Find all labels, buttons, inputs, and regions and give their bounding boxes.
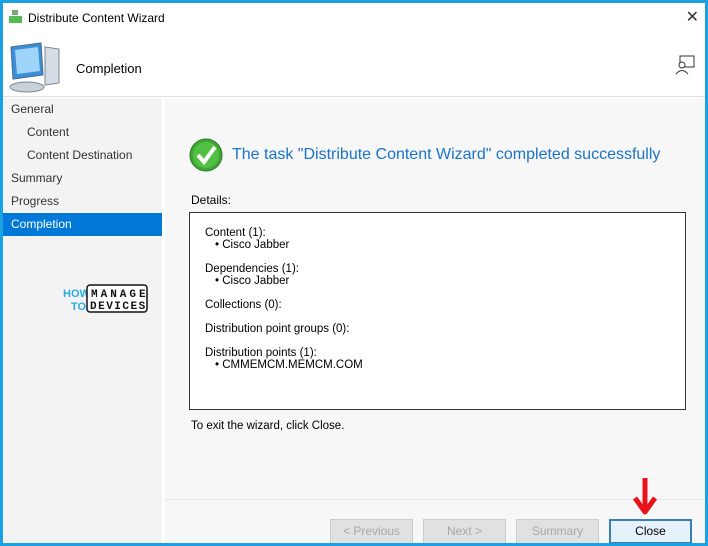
close-icon[interactable]: ✕ [686, 7, 699, 27]
wizard-nav: General Content Content Destination Summ… [3, 98, 162, 543]
nav-item-summary: Summary [11, 171, 63, 185]
details-heading: Distribution points (1): [205, 347, 317, 359]
summary-button[interactable]: Summary [516, 519, 599, 543]
details-heading: Distribution point groups (0): [205, 323, 350, 335]
svg-text:TO: TO [71, 301, 87, 313]
wizard-window: Distribute Content Wizard ✕ Completion G… [3, 3, 705, 543]
feedback-icon[interactable] [675, 55, 695, 75]
nav-item-content-destination: Content Destination [27, 148, 133, 162]
details-item-text: Cisco Jabber [222, 239, 290, 251]
howtomanagedevices-logo: HOW TO MANAGE DEVICES [63, 284, 149, 313]
details-label: Details: [191, 193, 232, 207]
success-banner: The task "Distribute Content Wizard" com… [189, 138, 660, 172]
divider [165, 499, 705, 500]
details-group: Dependencies (1): • Cisco Jabber [205, 263, 670, 287]
nav-item-completion: Completion [3, 213, 162, 236]
next-button[interactable]: Next > [423, 519, 506, 543]
details-item: • Cisco Jabber [215, 275, 290, 287]
details-box[interactable]: Content (1): • Cisco Jabber Dependencies (… [189, 212, 686, 410]
success-check-icon [189, 138, 223, 172]
details-group: Collections (0): [205, 299, 670, 311]
wizard-header: Completion [3, 33, 705, 97]
previous-button[interactable]: < Previous [330, 519, 413, 543]
details-group: Content (1): • Cisco Jabber [205, 227, 670, 251]
details-heading: Collections (0): [205, 299, 282, 311]
window-title: Distribute Content Wizard [28, 11, 165, 25]
main-panel: The task "Distribute Content Wizard" com… [165, 98, 705, 543]
details-group: Distribution points (1): • CMMEMCM.MEMCM.… [205, 347, 670, 371]
details-item: • CMMEMCM.MEMCM.COM [215, 359, 363, 371]
svg-text:DEVICES: DEVICES [90, 301, 147, 313]
details-heading: Dependencies (1): [205, 263, 299, 275]
details-heading: Content (1): [205, 227, 266, 239]
svg-text:MANAGE: MANAGE [91, 289, 149, 301]
computer-icon [9, 42, 60, 93]
close-button[interactable]: Close [609, 519, 692, 543]
title-bar: Distribute Content Wizard ✕ [3, 3, 705, 33]
details-item-text: Cisco Jabber [222, 275, 290, 287]
app-icon [9, 10, 22, 23]
nav-item-progress: Progress [11, 194, 60, 208]
nav-item-general: General [11, 102, 54, 116]
details-group: Distribution point groups (0): [205, 323, 670, 335]
nav-item-content: Content [27, 125, 70, 139]
success-message: The task "Distribute Content Wizard" com… [232, 146, 661, 163]
details-item: • Cisco Jabber [215, 239, 290, 251]
exit-hint: To exit the wizard, click Close. [191, 420, 345, 432]
details-item-text: CMMEMCM.MEMCM.COM [222, 359, 363, 371]
page-title: Completion [76, 61, 142, 76]
red-arrow-annotation [633, 478, 657, 515]
